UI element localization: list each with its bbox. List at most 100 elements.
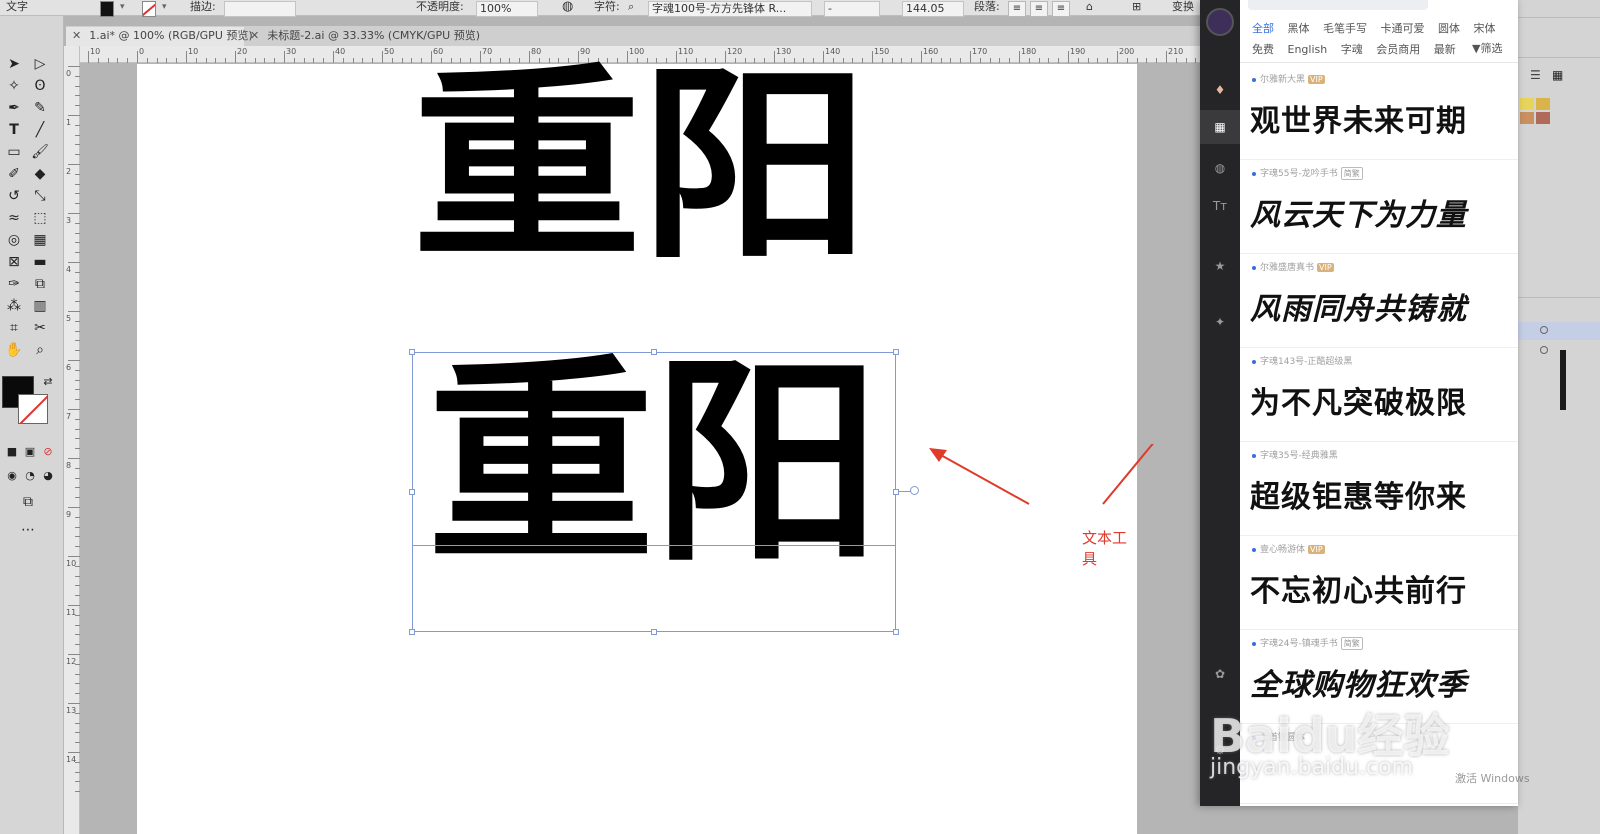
line-tool-icon[interactable]: ╱ [30, 120, 50, 140]
list-view-icon[interactable]: ☰ [1530, 68, 1541, 82]
target-icon[interactable] [1540, 346, 1548, 354]
blend-tool-icon[interactable]: ⧉ [30, 274, 50, 294]
hand-tool-icon[interactable]: ✋ [4, 340, 24, 360]
paintbrush-tool-icon[interactable]: 🖌 [30, 142, 50, 162]
rotate-tool-icon[interactable]: ↺ [4, 186, 24, 206]
stroke-color-box[interactable] [18, 394, 48, 424]
text-size-icon[interactable]: Tт [1210, 196, 1230, 216]
more-tools-icon[interactable]: ⋯ [18, 520, 38, 540]
align-center-button[interactable]: ≡ [1030, 1, 1048, 17]
resize-handle-bl[interactable] [409, 629, 415, 635]
type-tool-icon[interactable]: T [4, 120, 24, 140]
zoom-tool-icon[interactable]: ⌕ [30, 340, 50, 360]
resize-handle-tl[interactable] [409, 349, 415, 355]
stroke-dropdown-icon[interactable]: ▾ [162, 0, 167, 16]
avatar[interactable] [1206, 8, 1234, 36]
selection-bounding-box[interactable] [412, 352, 896, 632]
vertical-ruler[interactable]: 0 1 2 3 4 5 6 7 8 9 10 11 12 13 14 [64, 46, 80, 834]
filter-hei[interactable]: 黑体 [1288, 22, 1310, 35]
font-search-input[interactable] [1248, 0, 1428, 10]
eraser-tool-icon[interactable]: ◆ [30, 164, 50, 184]
filter-free[interactable]: 免费 [1252, 43, 1274, 56]
fill-swatch[interactable] [100, 1, 114, 17]
filter-button[interactable]: ▼筛选 [1472, 40, 1502, 56]
artboard-tool-icon[interactable]: ⌗ [4, 318, 24, 338]
font-card[interactable]: 字魂55号-龙吟手书 简繁 风云天下为力量 [1240, 160, 1518, 254]
close-tab-icon[interactable]: ✕ [72, 29, 81, 42]
shape-builder-tool-icon[interactable]: ◎ [4, 230, 24, 250]
gift-icon[interactable]: ✿ [1210, 664, 1230, 684]
none-mode-icon[interactable]: ⊘ [38, 442, 58, 462]
opacity-field[interactable]: 100% [476, 1, 538, 17]
vip-icon[interactable]: ♦ [1210, 80, 1230, 100]
filter-english[interactable]: English [1288, 43, 1328, 56]
mesh-tool-icon[interactable]: ⊠ [4, 252, 24, 272]
shaper-tool-icon[interactable]: ✐ [4, 164, 24, 184]
warp-tool-icon[interactable]: ≈ [4, 208, 24, 228]
font-card[interactable]: 壹心畅游体 VIP 不忘初心共前行 [1240, 536, 1518, 630]
filter-latest[interactable]: 最新 [1434, 43, 1456, 56]
stroke-weight-field[interactable] [224, 1, 296, 17]
filter-zihun[interactable]: 字魂 [1341, 43, 1363, 56]
direct-selection-tool-icon[interactable]: ▷ [30, 54, 50, 74]
draw-normal-icon[interactable]: ◉ [2, 466, 22, 486]
filter-all[interactable]: 全部 [1252, 22, 1274, 35]
resize-handle-r[interactable] [893, 489, 899, 495]
selection-tool-icon[interactable]: ➤ [4, 54, 24, 74]
resize-handle-t[interactable] [651, 349, 657, 355]
font-card[interactable]: 尔雅盛唐真书 VIP 风雨同舟共铸就 [1240, 254, 1518, 348]
rectangle-tool-icon[interactable]: ▭ [4, 142, 24, 162]
target-icon[interactable] [1540, 326, 1548, 334]
fonts-grid-icon[interactable]: ▦ [1210, 117, 1230, 137]
text-out-port[interactable] [910, 486, 919, 495]
panel-scroll-thumb[interactable] [1560, 350, 1566, 410]
close-tab-icon[interactable]: ✕ [250, 29, 259, 42]
font-family-field[interactable]: 字魂100号-方方先锋体 R... [648, 1, 812, 17]
font-card[interactable]: 字魂35号-经典雅黑 超级钜惠等你来 [1240, 442, 1518, 536]
star-icon[interactable]: ★ [1210, 256, 1230, 276]
swatch-gold[interactable] [1536, 98, 1550, 110]
filter-song[interactable]: 宋体 [1474, 22, 1496, 35]
align-left-button[interactable]: ≡ [1008, 1, 1026, 17]
globe-icon[interactable]: ◍ [1210, 158, 1230, 178]
artboard[interactable]: 重阳 重阳 文本工具 [137, 64, 1154, 834]
resize-handle-tr[interactable] [893, 349, 899, 355]
text-object-top[interactable]: 重阳 [412, 64, 870, 271]
layer-row-selected[interactable] [1518, 322, 1600, 340]
canvas-area[interactable]: 重阳 重阳 文本工具 [81, 64, 1200, 834]
shape-icon[interactable]: ⌂ [1086, 0, 1093, 16]
tab-document-2[interactable]: ✕ 未标题-2.ai @ 33.33% (CMYK/GPU 预览) [244, 27, 480, 46]
color-mode-icon[interactable]: ■ [2, 442, 22, 462]
filter-cartoon[interactable]: 卡通可爱 [1381, 22, 1425, 35]
screen-mode-icon[interactable]: ⧉ [18, 492, 38, 512]
swatch-tan[interactable] [1520, 112, 1534, 124]
gradient-tool-icon[interactable]: ▬ [30, 252, 50, 272]
filter-commercial[interactable]: 会员商用 [1376, 43, 1420, 56]
draw-inside-icon[interactable]: ◕ [38, 466, 58, 486]
resize-handle-br[interactable] [893, 629, 899, 635]
gradient-mode-icon[interactable]: ▣ [20, 442, 40, 462]
column-graph-tool-icon[interactable]: ▥ [30, 296, 50, 316]
grid-icon[interactable]: ⊞ [1132, 0, 1141, 16]
recolor-icon[interactable]: ◍ [562, 0, 573, 16]
font-card[interactable]: 字魂143号-正酷超级黑 为不凡突破极限 [1240, 348, 1518, 442]
draw-behind-icon[interactable]: ◔ [20, 466, 40, 486]
free-transform-tool-icon[interactable]: ⬚ [30, 208, 50, 228]
curvature-tool-icon[interactable]: ✎ [30, 98, 50, 118]
symbol-sprayer-tool-icon[interactable]: ⁂ [4, 296, 24, 316]
tab-document-1[interactable]: ✕ 1.ai* @ 100% (RGB/GPU 预览) [66, 27, 253, 46]
font-card[interactable]: 尔雅新大黑 VIP 观世界未来可期 [1240, 66, 1518, 160]
scale-tool-icon[interactable]: ⤡ [30, 186, 50, 206]
resize-handle-b[interactable] [651, 629, 657, 635]
transform-label[interactable]: 变换 [1172, 0, 1194, 16]
stroke-swatch[interactable] [142, 1, 156, 17]
swatch-yellow[interactable] [1520, 98, 1534, 110]
perspective-grid-tool-icon[interactable]: ▦ [30, 230, 50, 250]
fill-dropdown-icon[interactable]: ▾ [120, 0, 125, 16]
filter-brush[interactable]: 毛笔手写 [1323, 22, 1367, 35]
magic-wand-tool-icon[interactable]: ✧ [4, 76, 24, 96]
align-right-button[interactable]: ≡ [1052, 1, 1070, 17]
lasso-tool-icon[interactable]: ʘ [30, 76, 50, 96]
swatch-rose[interactable] [1536, 112, 1550, 124]
pen-tool-icon[interactable]: ✒ [4, 98, 24, 118]
